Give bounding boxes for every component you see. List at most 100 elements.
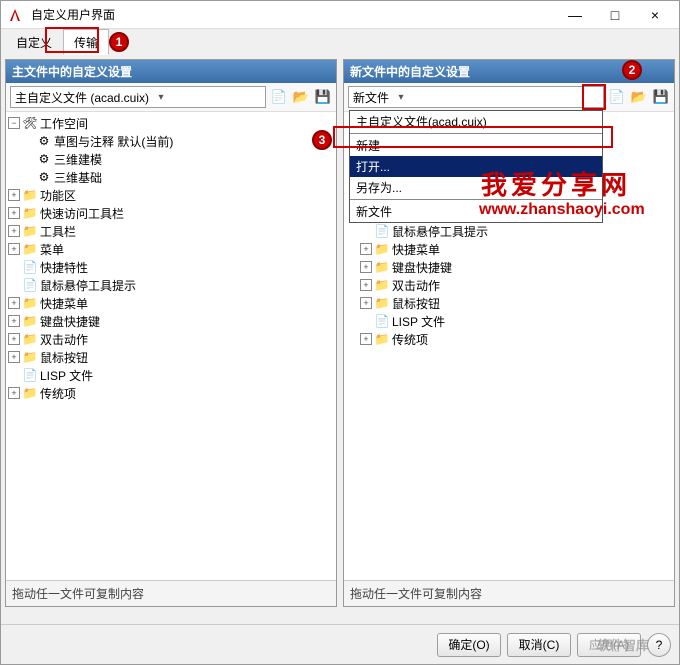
- dropdown-item[interactable]: 另存为...: [350, 177, 602, 198]
- tree-node[interactable]: +📁快速访问工具栏: [8, 204, 334, 222]
- expand-icon[interactable]: +: [8, 315, 20, 327]
- close-button[interactable]: ×: [635, 1, 675, 29]
- tab-transfer[interactable]: 传输: [63, 29, 109, 55]
- node-label: LISP 文件: [392, 313, 445, 330]
- node-icon: 📄: [22, 277, 38, 293]
- right-panel-title: 新文件中的自定义设置: [350, 65, 470, 79]
- chevron-down-icon[interactable]: ▾: [393, 87, 409, 107]
- dropdown-item[interactable]: 新文件: [350, 199, 602, 222]
- bottom-bar: 确定(O) 取消(C) 应用(A) ?: [1, 624, 679, 664]
- node-label: 鼠标按钮: [40, 349, 88, 366]
- tree-node[interactable]: +📁菜单: [8, 240, 334, 258]
- tree-node[interactable]: 📄鼠标悬停工具提示: [8, 276, 334, 294]
- tab-custom[interactable]: 自定义: [5, 29, 63, 55]
- left-combo-value: 主自定义文件 (acad.cuix): [15, 89, 149, 106]
- tree-node[interactable]: +📁快捷菜单: [346, 240, 672, 258]
- window-title: 自定义用户界面: [31, 6, 555, 23]
- dropdown-item[interactable]: 打开...: [350, 156, 602, 177]
- node-icon: ⚙: [36, 169, 52, 185]
- expand-icon[interactable]: +: [8, 189, 20, 201]
- right-panel-header: 新文件中的自定义设置 2: [344, 60, 674, 83]
- tree-node[interactable]: +📁传统项: [8, 384, 334, 402]
- expand-icon[interactable]: +: [360, 279, 372, 291]
- node-icon: ⚙: [36, 151, 52, 167]
- expand-icon[interactable]: +: [360, 243, 372, 255]
- node-label: 工作空间: [40, 115, 88, 132]
- tree-node[interactable]: +📁鼠标按钮: [346, 294, 672, 312]
- open-folder-icon[interactable]: 📂: [292, 88, 310, 106]
- new-file-icon[interactable]: 📄: [270, 88, 288, 106]
- open-folder-icon[interactable]: 📂: [630, 88, 648, 106]
- save-icon[interactable]: 💾: [314, 88, 332, 106]
- minimize-button[interactable]: —: [555, 1, 595, 29]
- tree-node[interactable]: ⚙三维建模: [8, 150, 334, 168]
- help-button[interactable]: ?: [647, 633, 671, 657]
- tree-node[interactable]: 📄LISP 文件: [346, 312, 672, 330]
- expand-icon[interactable]: +: [8, 333, 20, 345]
- node-label: 键盘快捷键: [392, 259, 452, 276]
- expand-icon[interactable]: +: [8, 297, 20, 309]
- annotation-box-2: [582, 84, 606, 110]
- tree-node[interactable]: 📄LISP 文件: [8, 366, 334, 384]
- node-label: 快捷菜单: [392, 241, 440, 258]
- collapse-icon[interactable]: −: [8, 117, 20, 129]
- tree-node[interactable]: +📁快捷菜单: [8, 294, 334, 312]
- node-label: 键盘快捷键: [40, 313, 100, 330]
- tree-node[interactable]: ⚙三维基础: [8, 168, 334, 186]
- node-icon: 📁: [374, 331, 390, 347]
- expand-icon[interactable]: +: [360, 261, 372, 273]
- node-label: 快捷特性: [40, 259, 88, 276]
- apply-button: 应用(A): [577, 633, 641, 657]
- node-icon: 📁: [22, 313, 38, 329]
- node-icon: 📄: [374, 223, 390, 239]
- chevron-down-icon[interactable]: ▾: [153, 87, 169, 107]
- node-icon: 📁: [374, 259, 390, 275]
- combo-dropdown[interactable]: 主自定义文件(acad.cuix)新建打开...另存为...新文件: [349, 110, 603, 223]
- left-file-combo[interactable]: 主自定义文件 (acad.cuix) ▾: [10, 86, 266, 108]
- app-window: 自定义用户界面 — □ × 自定义 传输 1 主文件中的自定义设置 主自定义文件…: [0, 0, 680, 665]
- expand-icon[interactable]: +: [8, 225, 20, 237]
- node-icon: 📁: [374, 295, 390, 311]
- tree-node[interactable]: ⚙草图与注释 默认(当前): [8, 132, 334, 150]
- expand-icon[interactable]: +: [360, 333, 372, 345]
- right-file-combo[interactable]: 新文件 ▾ 主自定义文件(acad.cuix)新建打开...另存为...新文件: [348, 86, 604, 108]
- node-label: LISP 文件: [40, 367, 93, 384]
- tree-node[interactable]: +📁双击动作: [346, 276, 672, 294]
- node-label: 鼠标悬停工具提示: [392, 223, 488, 240]
- right-toolbar: 新文件 ▾ 主自定义文件(acad.cuix)新建打开...另存为...新文件 …: [344, 83, 674, 112]
- dropdown-item[interactable]: 主自定义文件(acad.cuix): [350, 111, 602, 132]
- expand-icon[interactable]: +: [8, 243, 20, 255]
- expand-icon[interactable]: +: [8, 207, 20, 219]
- save-icon[interactable]: 💾: [652, 88, 670, 106]
- node-label: 快捷菜单: [40, 295, 88, 312]
- node-icon: 📁: [22, 187, 38, 203]
- tree-node[interactable]: +📁键盘快捷键: [8, 312, 334, 330]
- tree-node[interactable]: +📁键盘快捷键: [346, 258, 672, 276]
- tree-node[interactable]: +📁鼠标按钮: [8, 348, 334, 366]
- node-label: 工具栏: [40, 223, 76, 240]
- title-bar: 自定义用户界面 — □ ×: [1, 1, 679, 29]
- node-icon: 📁: [22, 349, 38, 365]
- tree-node[interactable]: 📄快捷特性: [8, 258, 334, 276]
- tree-node[interactable]: −🛠工作空间: [8, 114, 334, 132]
- tree-node[interactable]: +📁传统项: [346, 330, 672, 348]
- tree-node[interactable]: +📁双击动作: [8, 330, 334, 348]
- tab-bar: 自定义 传输 1: [1, 29, 679, 55]
- maximize-button[interactable]: □: [595, 1, 635, 29]
- node-label: 功能区: [40, 187, 76, 204]
- ok-button[interactable]: 确定(O): [437, 633, 501, 657]
- node-label: 传统项: [392, 331, 428, 348]
- right-footer: 拖动任一文件可复制内容: [344, 580, 674, 606]
- cancel-button[interactable]: 取消(C): [507, 633, 571, 657]
- expand-icon[interactable]: +: [8, 387, 20, 399]
- tree-node[interactable]: +📁工具栏: [8, 222, 334, 240]
- dropdown-item[interactable]: 新建: [350, 133, 602, 156]
- node-label: 菜单: [40, 241, 64, 258]
- expand-icon[interactable]: +: [360, 297, 372, 309]
- expand-icon[interactable]: +: [8, 351, 20, 363]
- left-tree[interactable]: −🛠工作空间⚙草图与注释 默认(当前)⚙三维建模⚙三维基础+📁功能区+📁快速访问…: [6, 112, 336, 580]
- tree-node[interactable]: 📄鼠标悬停工具提示: [346, 222, 672, 240]
- tree-node[interactable]: +📁功能区: [8, 186, 334, 204]
- node-label: 双击动作: [392, 277, 440, 294]
- new-file-icon[interactable]: 📄: [608, 88, 626, 106]
